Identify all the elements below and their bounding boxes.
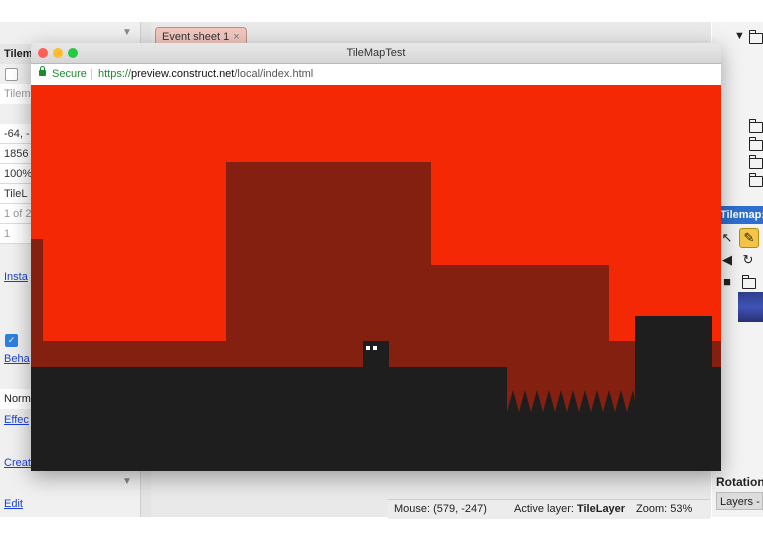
window-titlebar[interactable]: TileMapTest	[31, 43, 721, 64]
ground-left	[31, 367, 507, 471]
browser-window: TileMapTest Secure https://preview.const…	[31, 43, 721, 471]
rotate-icon[interactable]: ↻	[739, 251, 757, 269]
divider	[91, 69, 92, 80]
folder-icon[interactable]	[741, 275, 756, 289]
chevron-down-icon[interactable]: ▼	[122, 27, 132, 38]
lock-icon	[39, 66, 46, 76]
mouse-readout: Mouse: (579, -247)	[394, 503, 487, 515]
player-eye-right	[373, 346, 377, 350]
folder-icon[interactable]	[748, 155, 763, 169]
pit-floor	[507, 412, 637, 471]
pencil-icon[interactable]: ✎	[739, 228, 759, 248]
rotation-label: Rotation	[716, 475, 763, 489]
active-layer-value: TileLayer	[576, 503, 626, 515]
folder-icon[interactable]	[748, 173, 763, 187]
close-icon[interactable]: ×	[233, 31, 239, 43]
folder-icon[interactable]	[748, 30, 763, 44]
visible-checkbox[interactable]	[5, 68, 18, 81]
game-scene	[31, 162, 721, 471]
folder-icon[interactable]	[748, 137, 763, 151]
player-character	[363, 341, 389, 367]
window-title: TileMapTest	[346, 47, 406, 59]
edit-link[interactable]: Edit	[0, 494, 140, 514]
tilemap-bar-title: Tilemap: T	[718, 206, 763, 224]
chevron-down-icon[interactable]: ▼	[122, 476, 132, 487]
top-strip	[0, 0, 763, 22]
url-scheme: https://	[98, 68, 132, 80]
tab-layers[interactable]: Layers -	[716, 492, 763, 510]
url-host: preview.construct.net	[131, 68, 235, 80]
raised-platform	[635, 316, 712, 471]
status-bar: Mouse: (579, -247) Active layer: TileLay…	[388, 499, 710, 519]
address-bar[interactable]: Secure https://preview.construct.net/loc…	[31, 64, 721, 86]
folder-icon[interactable]	[748, 119, 763, 133]
tab-label: Event sheet 1	[162, 31, 230, 43]
expand-triangle-icon[interactable]: ▼	[734, 30, 745, 42]
secure-label: Secure	[52, 68, 87, 80]
url-path: /local/index.html	[234, 68, 314, 80]
active-layer-readout: Active layer: TileLayer	[514, 500, 625, 519]
player-eye-left	[366, 346, 370, 350]
active-layer-label: Active layer:	[514, 503, 577, 515]
enabled-checkbox[interactable]: ✓	[5, 334, 18, 347]
zoom-readout: Zoom: 53%	[636, 503, 693, 515]
ground-right	[712, 367, 721, 471]
url-text[interactable]: https://preview.construct.net/local/inde…	[98, 64, 313, 85]
game-canvas[interactable]	[31, 85, 721, 471]
tileset-preview[interactable]	[738, 292, 763, 322]
